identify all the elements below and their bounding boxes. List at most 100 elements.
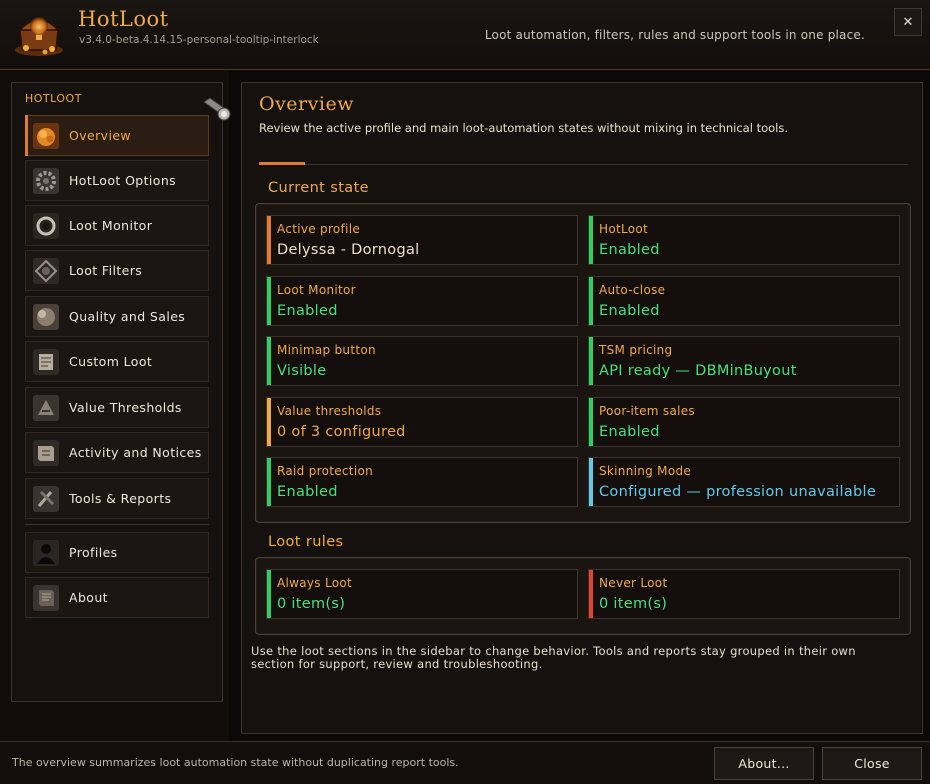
sidebar-item-activity-and-notices[interactable]: Activity and Notices <box>25 432 209 473</box>
dust-icon <box>33 303 59 330</box>
ring-icon <box>33 212 59 239</box>
status-bar: The overview summarizes loot automation … <box>0 741 930 784</box>
status-card-value: Enabled <box>277 302 338 319</box>
sidebar-item-label: Custom Loot <box>69 354 153 369</box>
sidebar-item-label: Profiles <box>69 545 118 560</box>
status-indicator-bar <box>589 216 593 264</box>
loot-rules-panel: Always Loot 0 item(s) Never Loot 0 item(s) <box>255 557 911 635</box>
sidebar-item-label: Value Thresholds <box>69 400 182 415</box>
status-card-value-thresholds: Value thresholds 0 of 3 configured <box>266 396 578 447</box>
sidebar-item-label: About <box>69 590 108 605</box>
sidebar-item-value-thresholds[interactable]: Value Thresholds <box>25 387 209 428</box>
status-card-value: 0 of 3 configured <box>277 423 406 440</box>
status-card-never-loot: Never Loot 0 item(s) <box>588 569 900 619</box>
status-card-hotloot: HotLoot Enabled <box>588 215 900 265</box>
status-indicator-bar <box>267 337 271 385</box>
rune-icon <box>33 394 59 421</box>
current-state-panel: Active profile Delyssa - Dornogal HotLoot E… <box>255 203 911 523</box>
sidebar-item-label: Tools & Reports <box>69 491 172 506</box>
gear-icon <box>33 167 59 194</box>
status-card-skinning-mode: Skinning Mode Configured — profession una… <box>588 457 900 507</box>
status-indicator-bar <box>589 337 593 385</box>
treasure-chest-logo-icon <box>12 8 66 58</box>
status-card-label: Poor-item sales <box>599 403 695 418</box>
status-card-label: Auto-close <box>599 282 666 297</box>
app-tagline: Loot automation, filters, rules and supp… <box>484 28 865 42</box>
status-card-label: TSM pricing <box>599 343 673 357</box>
status-card-label: Minimap button <box>277 343 376 357</box>
status-indicator-bar <box>267 570 271 618</box>
sidebar: HOTLOOT Overview HotLoot Options Loot Mo… <box>0 71 231 741</box>
sidebar-item-quality-and-sales[interactable]: Quality and Sales <box>25 296 209 337</box>
sidebar-item-overview[interactable]: Overview <box>25 115 209 156</box>
status-indicator-bar <box>267 458 271 506</box>
sidebar-item-loot-filters[interactable]: Loot Filters <box>25 250 209 291</box>
status-card-label: Active profile <box>277 222 361 236</box>
book-icon <box>33 584 59 611</box>
status-text: The overview summarizes loot automation … <box>12 756 459 769</box>
profile-silhouette-icon <box>33 539 59 566</box>
app-version: v3.4.0-beta.4.14.15-personal-tooltip-int… <box>79 34 319 46</box>
status-card-poor-item-sales: Poor-item sales Enabled <box>588 396 900 447</box>
sidebar-item-label: Loot Filters <box>69 263 143 278</box>
status-card-value: Delyssa - Dornogal <box>277 242 420 258</box>
sidebar-item-label: Quality and Sales <box>69 309 186 324</box>
app-title: HotLoot <box>78 7 169 31</box>
window-close-button[interactable]: ✕ <box>894 8 922 36</box>
sidebar-heading: HOTLOOT <box>25 92 82 105</box>
sidebar-item-about[interactable]: About <box>25 577 209 618</box>
about-button[interactable]: About... <box>714 747 814 780</box>
status-indicator-bar <box>267 276 271 325</box>
page-subtitle: Review the active profile and main loot-… <box>259 121 788 135</box>
sidebar-divider <box>25 524 209 525</box>
sidebar-item-custom-loot[interactable]: Custom Loot <box>25 341 209 382</box>
status-card-auto-close: Auto-close Enabled <box>588 275 900 326</box>
title-bar: HotLoot v3.4.0-beta.4.14.15-personal-too… <box>0 0 930 70</box>
sidebar-item-hotloot-options[interactable]: HotLoot Options <box>25 160 209 201</box>
status-indicator-bar <box>589 276 593 325</box>
footnote: Use the loot sections in the sidebar to … <box>251 644 856 671</box>
sidebar-item-loot-monitor[interactable]: Loot Monitor <box>25 205 209 246</box>
sidebar-item-tools-and-reports[interactable]: Tools & Reports <box>25 478 209 519</box>
sidebar-item-label: Activity and Notices <box>69 445 202 460</box>
status-card-value: Enabled <box>599 242 660 258</box>
status-indicator-bar <box>267 397 271 446</box>
status-card-loot-monitor: Loot Monitor Enabled <box>266 275 578 326</box>
sidebar-item-label: HotLoot Options <box>69 173 177 188</box>
sidebar-item-profiles[interactable]: Profiles <box>25 532 209 573</box>
status-card-label: Always Loot <box>277 576 353 590</box>
tools-icon <box>33 485 59 512</box>
status-card-value: Configured — profession unavailable <box>599 484 877 500</box>
title-divider <box>259 164 908 165</box>
status-indicator-bar <box>589 458 593 506</box>
status-indicator-bar <box>267 216 271 264</box>
status-card-label: Raid protection <box>277 464 373 478</box>
status-card-label: Value thresholds <box>277 403 382 418</box>
status-card-label: Never Loot <box>599 576 668 590</box>
page-title: Overview <box>259 93 354 115</box>
status-card-value: Enabled <box>599 423 660 440</box>
status-card-value: Enabled <box>277 484 338 500</box>
scroll-icon <box>33 348 59 375</box>
title-divider-accent <box>259 162 305 165</box>
status-indicator-bar <box>589 397 593 446</box>
close-icon: ✕ <box>902 14 914 30</box>
status-card-value: 0 item(s) <box>277 596 346 612</box>
status-card-value: Visible <box>277 363 327 379</box>
close-button[interactable]: Close <box>822 747 922 780</box>
section-title-loot-rules: Loot rules <box>268 534 344 550</box>
section-title-current-state: Current state <box>268 180 370 196</box>
status-card-raid-protection: Raid protection Enabled <box>266 457 578 507</box>
notice-scroll-icon <box>33 439 59 466</box>
status-card-value: API ready — DBMinBuyout <box>599 363 797 379</box>
coin-pile-icon <box>33 122 59 149</box>
status-card-value: Enabled <box>599 302 660 319</box>
status-card-label: Loot Monitor <box>277 282 356 297</box>
status-card-minimap-button: Minimap button Visible <box>266 336 578 386</box>
sidebar-item-label: Overview <box>69 128 132 143</box>
status-card-value: 0 item(s) <box>599 596 668 612</box>
status-card-tsm-pricing: TSM pricing API ready — DBMinBuyout <box>588 336 900 386</box>
status-card-label: HotLoot <box>599 222 649 236</box>
main-content: Overview Review the active profile and m… <box>241 82 923 734</box>
status-card-label: Skinning Mode <box>599 464 692 478</box>
